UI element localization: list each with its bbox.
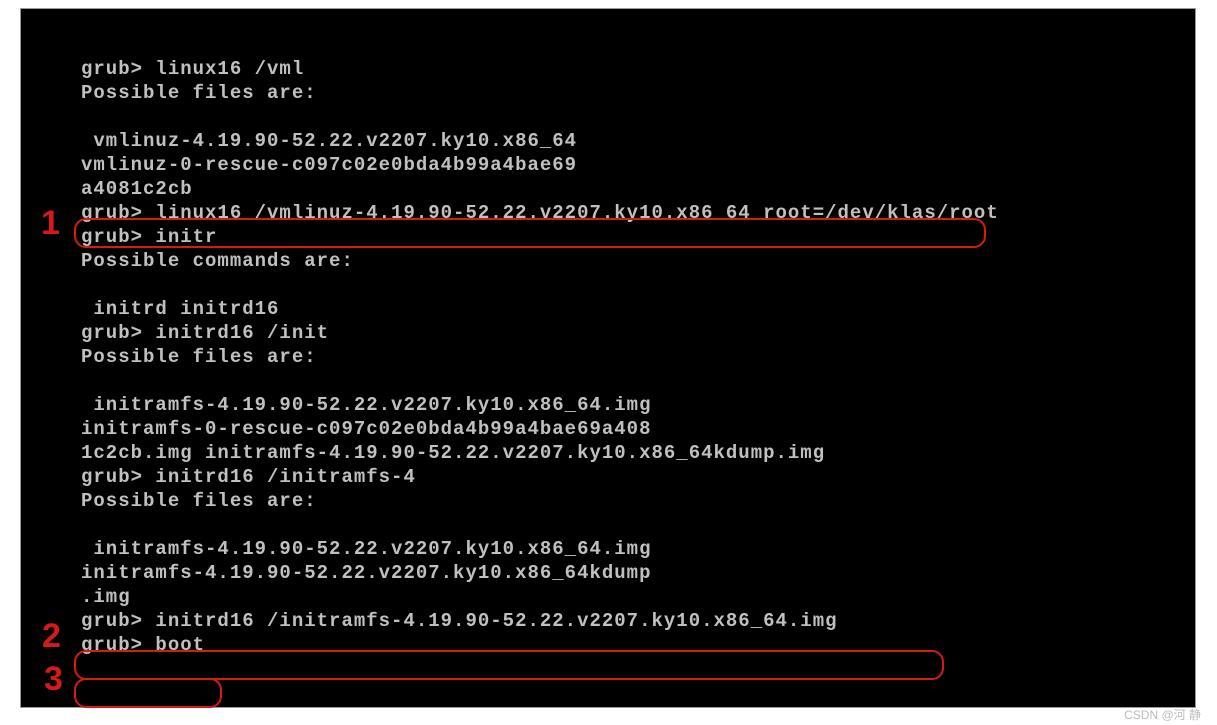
blank-line (81, 273, 1195, 297)
terminal-line: .img (81, 585, 1195, 609)
terminal-line: grub> initr (81, 225, 1195, 249)
terminal-line: Possible files are: (81, 489, 1195, 513)
terminal-line: 1c2cb.img initramfs-4.19.90-52.22.v2207.… (81, 441, 1195, 465)
terminal-window[interactable]: grub> linux16 /vml Possible files are: v… (20, 8, 1196, 708)
terminal-line: grub> linux16 /vmlinuz-4.19.90-52.22.v22… (81, 201, 1195, 225)
terminal-line: initramfs-4.19.90-52.22.v2207.ky10.x86_6… (81, 537, 1195, 561)
terminal-line: initramfs-4.19.90-52.22.v2207.ky10.x86_6… (81, 561, 1195, 585)
blank-line (81, 513, 1195, 537)
blank-line (81, 105, 1195, 129)
terminal-line: vmlinuz-4.19.90-52.22.v2207.ky10.x86_64 (81, 129, 1195, 153)
terminal-line: Possible files are: (81, 345, 1195, 369)
terminal-line: initramfs-0-rescue-c097c02e0bda4b99a4bae… (81, 417, 1195, 441)
terminal-line: grub> boot (81, 633, 1195, 657)
terminal-line: grub> initrd16 /initramfs-4.19.90-52.22.… (81, 609, 1195, 633)
terminal-line: initramfs-4.19.90-52.22.v2207.ky10.x86_6… (81, 393, 1195, 417)
terminal-line: grub> initrd16 /init (81, 321, 1195, 345)
terminal-line: initrd initrd16 (81, 297, 1195, 321)
terminal-line: Possible files are: (81, 81, 1195, 105)
terminal-line: grub> initrd16 /initramfs-4 (81, 465, 1195, 489)
terminal-line: a4081c2cb (81, 177, 1195, 201)
blank-line (81, 369, 1195, 393)
terminal-line: Possible commands are: (81, 249, 1195, 273)
terminal-line: grub> linux16 /vml (81, 57, 1195, 81)
watermark: CSDN @河 静 (1124, 706, 1201, 723)
terminal-line: vmlinuz-0-rescue-c097c02e0bda4b99a4bae69 (81, 153, 1195, 177)
